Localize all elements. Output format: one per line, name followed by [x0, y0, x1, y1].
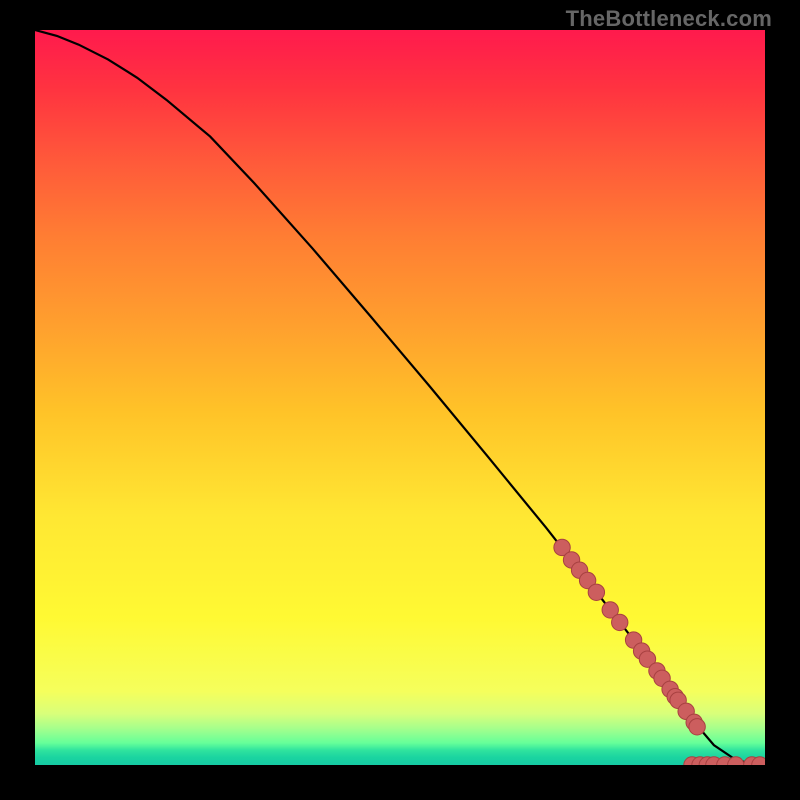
data-marker — [588, 584, 604, 600]
data-marker — [689, 719, 705, 735]
data-marker — [612, 614, 628, 630]
data-markers — [554, 539, 765, 765]
chart-stage: TheBottleneck.com — [0, 0, 800, 800]
bottleneck-curve — [35, 30, 765, 765]
chart-overlay-svg — [35, 30, 765, 765]
watermark-text: TheBottleneck.com — [566, 6, 772, 32]
data-marker — [728, 757, 744, 765]
plot-area — [35, 30, 765, 765]
